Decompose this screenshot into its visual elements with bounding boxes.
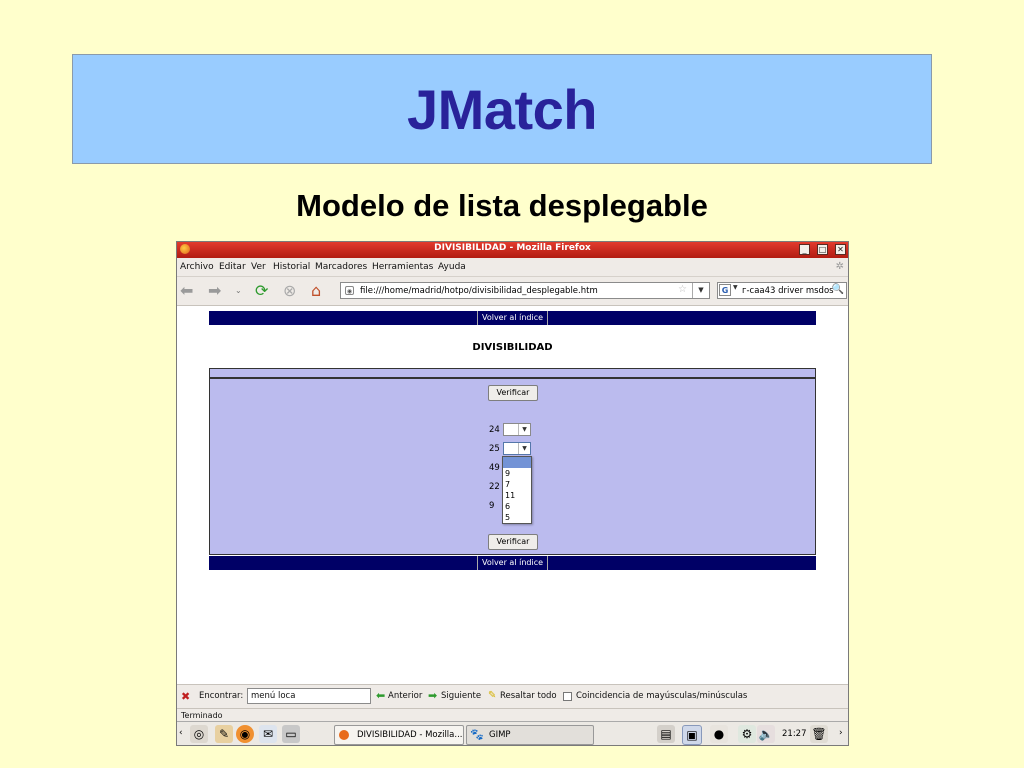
url-dropdown-icon[interactable]: ▼ [692,283,709,298]
task-firefox-label: DIVISIBILIDAD - Mozilla... [357,730,463,740]
network-icon: ▤ [657,725,675,743]
engine-dropdown-icon[interactable]: ▼ [733,284,738,291]
forward-icon[interactable]: ➡ [208,282,221,300]
window-title: DIVISIBILIDAD - Mozilla Firefox [434,243,591,253]
find-bar: ✖ Encontrar: menú loca ⬅ Anterior ➡ Sigu… [177,684,848,709]
firefox-launcher-icon[interactable]: ◉ [236,725,254,743]
address-bar[interactable]: ◉ file:///home/madrid/hotpo/divisibilida… [340,282,710,299]
task-gimp-label: GIMP [489,730,511,740]
url-text: file:///home/madrid/hotpo/divisibilidad_… [360,286,598,296]
question-number: 9 [489,501,495,511]
task-gimp[interactable]: GIMP [466,725,594,745]
task-firefox[interactable]: DIVISIBILIDAD - Mozilla... [334,725,464,745]
dropdown-option[interactable]: 6 [503,501,531,512]
reload-icon[interactable]: ⟳ [255,282,268,300]
question-number: 49 [489,463,500,473]
question-number: 25 [489,444,500,454]
page-icon: ◉ [345,286,354,295]
answer-select[interactable]: ▼ [503,423,531,436]
search-bar[interactable]: G ▼ г-caa43 driver msdos 🔍 [717,282,847,299]
feedback-band [209,368,816,378]
chevron-down-icon: ▼ [518,443,530,454]
find-previous-button[interactable]: Anterior [388,691,422,701]
scroll-left-icon[interactable]: ‹ [179,728,183,738]
terminal-icon[interactable]: ▭ [282,725,300,743]
match-case-label: Coincidencia de mayúsculas/minúsculas [576,691,748,701]
google-icon[interactable]: G [719,284,731,296]
throbber-icon: ✲ [835,261,844,272]
tray-app-icon[interactable]: ⚙ [738,725,756,743]
window-titlebar: DIVISIBILIDAD - Mozilla Firefox _ □ ✕ [177,242,848,258]
match-case-checkbox[interactable] [563,692,572,701]
exercise-title: DIVISIBILIDAD [472,342,553,353]
menu-marcadores[interactable]: Marcadores [315,262,367,272]
select-dropdown-list: 9 7 11 6 5 [502,456,532,524]
editor-icon[interactable]: ✎ [215,725,233,743]
top-nav-strip: Volver al índice [209,311,816,325]
stop-icon[interactable]: ⊗ [283,282,296,300]
minimize-icon[interactable]: _ [799,244,810,255]
slide-title: JMatch [407,77,597,141]
back-to-index-link[interactable]: Volver al índice [477,311,548,325]
bottom-nav-strip: Volver al índice [209,556,816,570]
previous-arrow-icon[interactable]: ⬅ [376,689,385,702]
search-icon[interactable]: 🔍 [832,284,844,295]
home-icon[interactable]: ⌂ [311,282,321,300]
history-dropdown-icon[interactable]: ⌄ [235,282,242,300]
dropdown-option[interactable]: 9 [503,468,531,479]
back-icon[interactable]: ⬅ [180,282,193,300]
dropdown-option[interactable]: 11 [503,490,531,501]
dropdown-option[interactable]: 5 [503,512,531,523]
close-find-icon[interactable]: ✖ [181,690,190,703]
menu-ayuda[interactable]: Ayuda [438,262,466,272]
dropdown-option[interactable]: 7 [503,479,531,490]
next-arrow-icon[interactable]: ➡ [428,689,437,702]
highlight-all-button[interactable]: Resaltar todo [500,691,557,701]
scroll-right-icon[interactable]: › [839,728,843,738]
volume-icon[interactable]: 🔈 [757,725,775,743]
taskbar: ‹ ◎ ✎ ◉ ✉ ▭ DIVISIBILIDAD - Mozilla... G… [177,721,848,745]
chevron-down-icon: ▼ [518,424,530,435]
page-content: Volver al índice DIVISIBILIDAD Verificar… [177,306,848,684]
menu-herramientas[interactable]: Herramientas [372,262,433,272]
answer-select[interactable]: ▼ [503,442,531,455]
find-next-button[interactable]: Siguiente [441,691,481,701]
firefox-task-icon [339,730,349,740]
status-bar: Terminado [177,708,848,722]
back-to-index-link[interactable]: Volver al índice [477,556,548,570]
menu-historial[interactable]: Historial [273,262,310,272]
slide-subtitle: Modelo de lista desplegable [296,188,708,223]
menu-editar[interactable]: Editar [219,262,246,272]
maximize-icon[interactable]: □ [817,244,828,255]
find-input[interactable]: menú loca [247,688,371,704]
navigation-toolbar: ⬅ ➡ ⌄ ⟳ ⊗ ⌂ ◉ file:///home/madrid/hotpo/… [177,277,848,306]
menu-bar: Archivo Editar Ver Historial Marcadores … [177,258,848,277]
exercise-panel: Verificar 24 ▼ 25 ▼ 49 22 9 9 7 11 6 5 V… [209,378,816,555]
workspace-2-icon[interactable]: ● [710,725,728,743]
menu-archivo[interactable]: Archivo [180,262,214,272]
close-icon[interactable]: ✕ [835,244,846,255]
highlight-icon[interactable]: ✎ [488,690,496,701]
trash-icon[interactable]: 🗑 [810,725,828,743]
gimp-icon: 🐾 [470,728,484,741]
bookmark-star-icon[interactable]: ☆ [678,284,687,295]
slide-title-box: JMatch [72,54,932,164]
search-text: г-caa43 driver msdos [742,286,834,296]
clock: 21:27 [782,729,807,739]
workspace-1-icon[interactable]: ▣ [682,725,702,745]
question-number: 22 [489,482,500,492]
verify-button-top[interactable]: Verificar [488,385,538,401]
menu-icon[interactable]: ◎ [190,725,208,743]
browser-window: DIVISIBILIDAD - Mozilla Firefox _ □ ✕ Ar… [176,241,849,746]
question-number: 24 [489,425,500,435]
dropdown-option[interactable] [503,457,531,468]
find-label: Encontrar: [199,691,244,701]
menu-ver[interactable]: Ver [251,262,266,272]
mail-icon[interactable]: ✉ [259,725,277,743]
verify-button-bottom[interactable]: Verificar [488,534,538,550]
